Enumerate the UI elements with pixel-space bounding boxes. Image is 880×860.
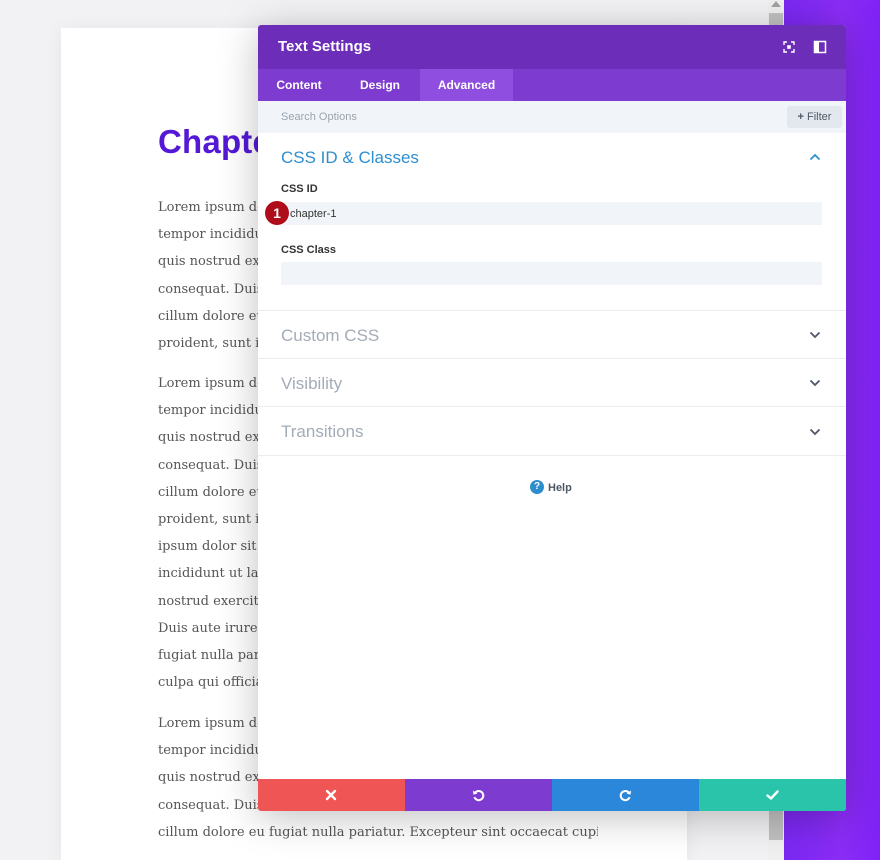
question-mark-icon: ? bbox=[530, 480, 544, 494]
section-title-custom-css[interactable]: Custom CSS bbox=[281, 326, 379, 346]
tab-design[interactable]: Design bbox=[340, 69, 420, 101]
undo-icon bbox=[473, 790, 485, 802]
css-id-label: CSS ID bbox=[281, 183, 318, 195]
filter-button[interactable]: + Filter bbox=[787, 106, 842, 128]
check-icon bbox=[766, 790, 779, 800]
fullscreen-icon[interactable] bbox=[781, 39, 797, 55]
modal-footer bbox=[258, 779, 846, 811]
search-options-input[interactable] bbox=[258, 101, 778, 133]
chevron-up-icon[interactable] bbox=[809, 153, 821, 161]
page-heading: Chapte bbox=[158, 123, 272, 160]
redo-icon bbox=[619, 790, 631, 802]
css-class-label: CSS Class bbox=[281, 244, 337, 256]
undo-button[interactable] bbox=[405, 779, 552, 811]
section-divider bbox=[258, 358, 846, 359]
section-title-visibility[interactable]: Visibility bbox=[281, 374, 342, 394]
section-title-transitions[interactable]: Transitions bbox=[281, 422, 364, 442]
redo-button[interactable] bbox=[552, 779, 699, 811]
css-id-input[interactable] bbox=[281, 202, 822, 225]
paragraph-line: cillum dolore eu fugiat nulla pariatur. … bbox=[158, 824, 598, 840]
cancel-button[interactable] bbox=[258, 779, 405, 811]
plus-icon: + bbox=[797, 111, 804, 123]
modal-header: Text Settings bbox=[258, 25, 846, 69]
chevron-down-icon[interactable] bbox=[809, 379, 821, 387]
section-divider bbox=[258, 310, 846, 311]
save-button[interactable] bbox=[699, 779, 846, 811]
chevron-down-icon[interactable] bbox=[809, 428, 821, 436]
settings-tabs: Content Design Advanced bbox=[258, 69, 846, 101]
filter-label: Filter bbox=[807, 111, 832, 123]
css-class-input[interactable] bbox=[281, 262, 822, 285]
modal-title: Text Settings bbox=[278, 38, 372, 55]
tab-content[interactable]: Content bbox=[258, 69, 340, 101]
help-link[interactable]: ? Help bbox=[530, 480, 572, 496]
tab-advanced[interactable]: Advanced bbox=[420, 69, 513, 101]
section-divider bbox=[258, 406, 846, 407]
scroll-up-arrow-icon[interactable] bbox=[771, 1, 781, 7]
section-title-css-id-classes[interactable]: CSS ID & Classes bbox=[281, 148, 419, 168]
chevron-down-icon[interactable] bbox=[809, 331, 821, 339]
section-divider bbox=[258, 455, 846, 456]
search-bar: + Filter bbox=[258, 101, 846, 133]
help-label: Help bbox=[548, 482, 572, 494]
step-number-badge: 1 bbox=[265, 201, 289, 225]
close-icon bbox=[325, 789, 337, 801]
text-settings-modal: Text Settings Content Design Advanced + … bbox=[258, 25, 846, 811]
sidebar-layout-icon[interactable] bbox=[812, 39, 828, 55]
